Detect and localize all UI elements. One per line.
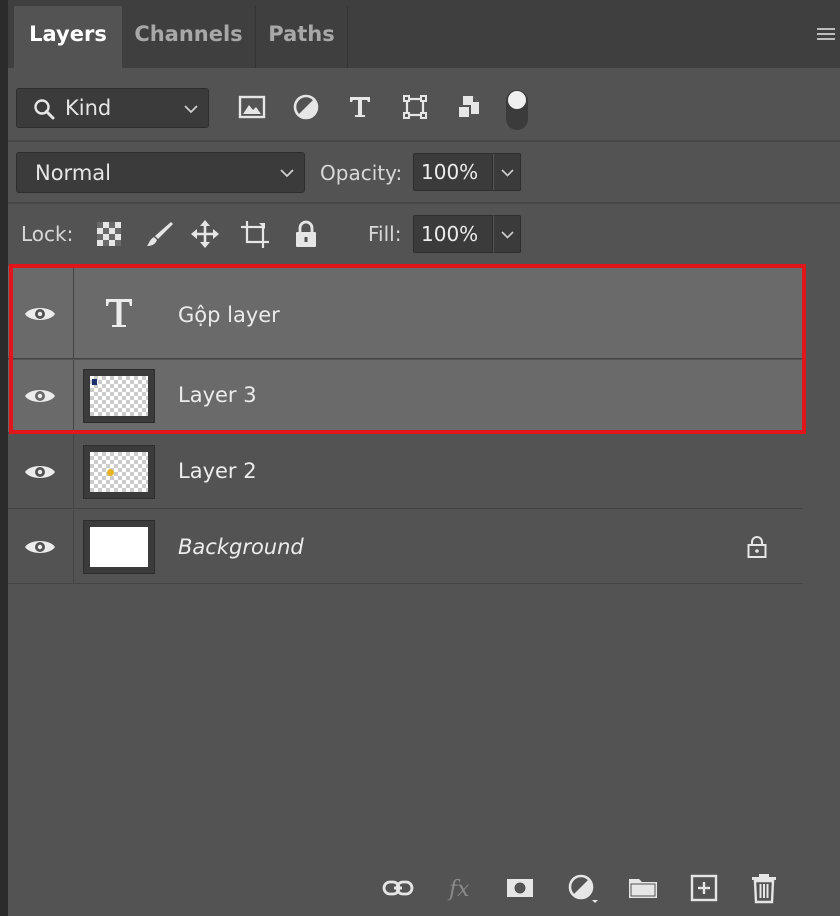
link-layers-icon[interactable] (382, 872, 414, 904)
thumbnail-content (107, 469, 114, 476)
layer-thumbnail (83, 520, 155, 574)
toggle-knob (508, 91, 526, 109)
visibility-column (8, 266, 74, 358)
layer-thumbnail (83, 369, 155, 423)
left-edge (0, 0, 8, 916)
search-icon (34, 99, 55, 120)
filter-kind-label: Kind (65, 96, 112, 120)
fill-label: Fill: (368, 222, 402, 246)
layer-name: Gộp layer (178, 303, 280, 327)
visibility-column (8, 360, 74, 432)
tab-bar: Layers Channels Paths (8, 0, 840, 68)
transparency-grid (90, 376, 148, 416)
blend-mode-value: Normal (35, 161, 111, 185)
opacity-dropdown-button[interactable] (493, 153, 521, 191)
visibility-column (8, 434, 74, 508)
thumbnail-content (90, 527, 148, 567)
new-layer-icon[interactable] (688, 872, 720, 904)
type-filter-icon[interactable] (345, 92, 375, 122)
eye-icon[interactable] (24, 304, 56, 324)
image-filter-icon[interactable] (237, 92, 267, 122)
lock-label: Lock: (21, 222, 74, 246)
layer-row-layer-3[interactable]: Layer 3 (8, 360, 803, 433)
chevron-down-icon (501, 231, 514, 239)
lock-position-icon[interactable] (190, 219, 220, 249)
new-group-icon[interactable] (627, 872, 659, 904)
panel-menu-icon[interactable] (816, 26, 836, 42)
layer-lock-icon[interactable] (745, 535, 769, 559)
eye-icon[interactable] (24, 386, 56, 406)
opacity-label: Opacity: (320, 161, 403, 185)
layers-panel: Layers Channels Paths Kind Normal Opacit… (8, 0, 840, 916)
add-mask-icon[interactable] (504, 872, 536, 904)
opacity-input[interactable]: 100% (413, 153, 493, 191)
eye-icon[interactable] (24, 462, 56, 482)
blend-mode-dropdown[interactable]: Normal (16, 152, 305, 193)
layer-row-layer-2[interactable]: Layer 2 (8, 434, 803, 509)
eye-icon[interactable] (24, 537, 56, 557)
divider (8, 140, 840, 142)
chevron-down-icon (501, 169, 514, 177)
layer-name: Layer 2 (178, 459, 257, 483)
lock-image-pixels-icon[interactable] (145, 219, 175, 249)
layer-row-background[interactable]: Background (8, 510, 803, 584)
visibility-column (8, 510, 74, 583)
tab-layers[interactable]: Layers (14, 6, 122, 68)
tab-channels[interactable]: Channels (122, 6, 256, 68)
layer-row-gop-layer[interactable]: Gộp layer (8, 266, 803, 359)
adjustment-filter-icon[interactable] (291, 92, 321, 122)
filter-kind-dropdown[interactable]: Kind (16, 88, 209, 128)
layer-thumbnail (83, 445, 155, 499)
chevron-down-icon (280, 169, 294, 178)
text-layer-icon (106, 299, 132, 327)
transparency-grid (90, 452, 148, 492)
adjustment-layer-icon[interactable] (566, 872, 598, 904)
tab-paths[interactable]: Paths (256, 6, 348, 68)
fill-input[interactable]: 100% (413, 215, 493, 253)
layer-name: Background (178, 535, 304, 559)
fill-dropdown-button[interactable] (493, 215, 521, 253)
filter-toggle-switch[interactable] (506, 90, 528, 130)
smart-object-filter-icon[interactable] (454, 92, 484, 122)
divider (8, 202, 840, 204)
layer-name: Layer 3 (178, 383, 257, 407)
thumbnail-content (92, 379, 97, 385)
svg-text:fx: fx (447, 877, 470, 902)
lock-transparent-pixels-icon[interactable] (94, 219, 124, 249)
chevron-down-icon (184, 105, 198, 114)
fx-icon[interactable]: fx (445, 872, 477, 904)
delete-icon[interactable] (748, 872, 780, 904)
lock-all-icon[interactable] (291, 219, 321, 249)
shape-filter-icon[interactable] (400, 92, 430, 122)
lock-artboard-icon[interactable] (240, 219, 270, 249)
